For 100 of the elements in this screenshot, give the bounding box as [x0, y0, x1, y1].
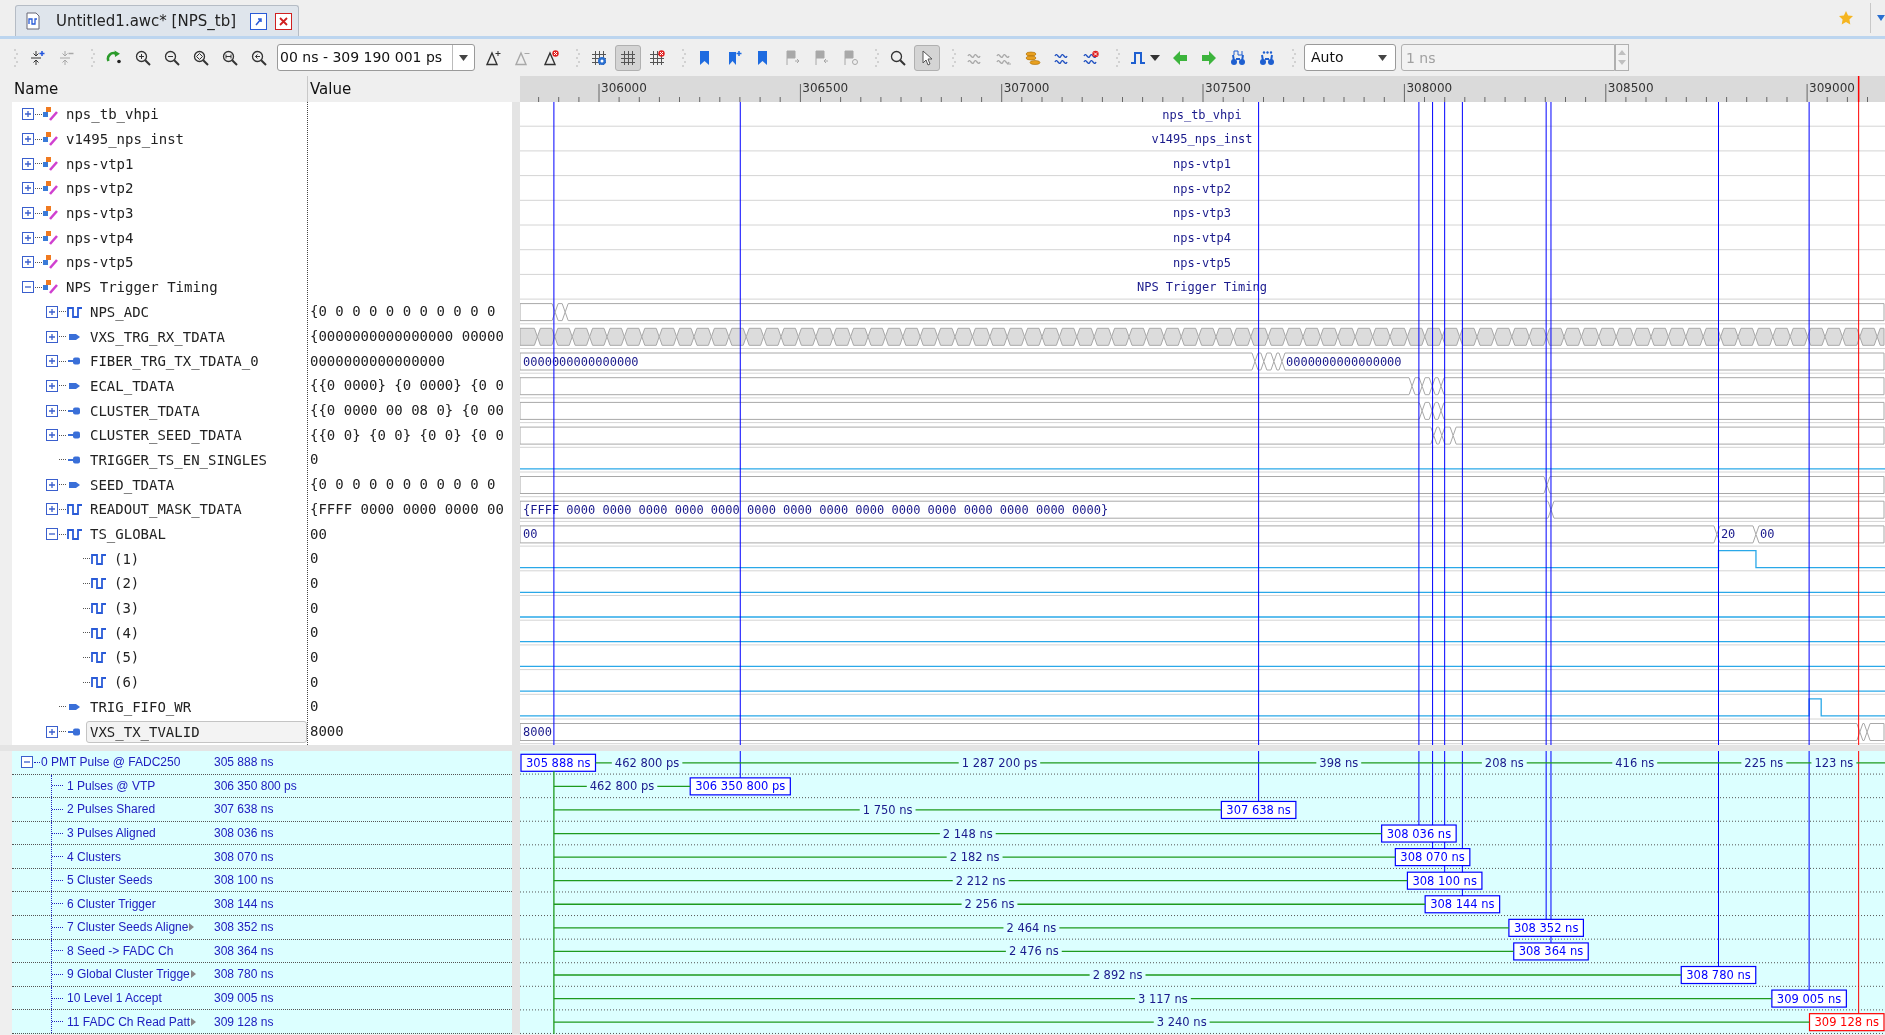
expand-icon[interactable] [46, 404, 58, 417]
zoom-mode-dropdown[interactable]: Auto [1304, 44, 1396, 71]
cursor-line[interactable] [1258, 751, 1260, 802]
time-marker[interactable]: 308 036 ns [1381, 824, 1457, 843]
signal-value: 0 [309, 450, 319, 470]
signal-name[interactable]: FIBER_TRG_TX_TDATA_0 [86, 350, 263, 373]
cursor-line[interactable] [1444, 102, 1446, 745]
close-button[interactable] [275, 12, 292, 30]
collapse-icon[interactable] [46, 528, 58, 541]
cursor-name[interactable]: 7 Cluster Seeds Aligne [67, 918, 189, 937]
expand-icon[interactable] [22, 256, 34, 269]
time-marker[interactable]: 308 364 ns [1513, 942, 1589, 961]
cursor-line[interactable] [1258, 102, 1260, 745]
cursor-name[interactable]: 0 PMT Pulse @ FADC250 [41, 753, 181, 772]
column-header[interactable]: Value [308, 77, 352, 101]
cursor-name[interactable]: 8 Seed -> FADC Ch [67, 941, 174, 960]
expand-icon[interactable] [46, 355, 58, 368]
expand-icon[interactable] [22, 157, 34, 170]
cursor-name[interactable]: 2 Pulses Shared [67, 800, 156, 819]
time-marker[interactable]: 308 352 ns [1508, 918, 1584, 937]
signal-name[interactable]: (4) [110, 621, 144, 644]
cursor-name[interactable]: 9 Global Cluster Trigge [67, 965, 190, 984]
expand-icon[interactable] [46, 305, 58, 318]
time-marker[interactable]: 308 100 ns [1406, 871, 1483, 890]
cursor-line[interactable] [739, 102, 741, 745]
delta-label: 2 148 ns [942, 826, 993, 841]
signal-name[interactable]: TRIGGER_TS_EN_SINGLES [86, 448, 271, 471]
signal-name[interactable]: VXS_TRG_RX_TDATA [86, 325, 229, 348]
expand-icon[interactable] [22, 207, 34, 220]
signal-value: {FFFF 0000 0000 0000 00 [309, 499, 504, 519]
signal-name[interactable]: nps_tb_vhpi [62, 103, 163, 126]
signal-name[interactable]: TRIG_FIFO_WR [86, 695, 196, 718]
expand-icon[interactable] [22, 108, 34, 121]
time-marker[interactable]: 307 638 ns [1220, 800, 1297, 820]
collapse-icon[interactable] [21, 756, 33, 769]
expand-icon[interactable] [22, 182, 34, 195]
tab-title: Untitled1.awc* [NPS_tb] [56, 10, 236, 32]
signal-name[interactable]: (3) [110, 597, 144, 620]
expand-icon[interactable] [46, 330, 58, 343]
time-marker[interactable]: 309 128 ns [1808, 1013, 1885, 1032]
expand-icon[interactable] [46, 429, 58, 442]
signal-name[interactable]: v1495_nps_inst [62, 128, 188, 151]
signal-name[interactable]: VXS_TX_TVALID [86, 720, 307, 743]
delta-label: 2 476 ns [1008, 944, 1059, 959]
signal-name[interactable]: CLUSTER_SEED_TDATA [86, 424, 246, 447]
cursor-line[interactable] [1550, 751, 1552, 944]
restore-button[interactable] [250, 12, 267, 30]
signal-name[interactable]: NPS Trigger Timing [62, 276, 222, 299]
signal-name[interactable]: (5) [110, 646, 144, 669]
time-marker[interactable]: 308 780 ns [1680, 965, 1757, 985]
time-ruler[interactable] [520, 76, 1885, 102]
signal-name[interactable]: READOUT_MASK_TDATA [86, 498, 246, 521]
signal-name[interactable]: nps-vtp5 [62, 251, 138, 274]
cursor-name[interactable]: 11 FADC Ch Read Patt [67, 1012, 191, 1031]
toolbar-button[interactable] [615, 44, 641, 71]
time-marker[interactable]: 308 070 ns [1394, 848, 1471, 867]
signal-name[interactable]: nps-vtp2 [62, 177, 138, 200]
document-tab[interactable]: Untitled1.awc* [NPS_tb] [15, 5, 299, 36]
cursor-name[interactable]: 1 Pulses @ VTP [67, 776, 156, 795]
expand-icon[interactable] [46, 725, 58, 738]
time-marker[interactable]: 306 350 800 ps [689, 777, 791, 796]
expand-icon[interactable] [46, 503, 58, 516]
collapse-icon[interactable] [22, 281, 34, 294]
signal-name[interactable]: NPS_ADC [86, 300, 153, 323]
time-marker[interactable]: 309 005 ns [1771, 989, 1847, 1008]
cursor-name[interactable]: 6 Cluster Trigger [67, 894, 156, 913]
expand-icon[interactable] [46, 478, 58, 491]
signal-value: 0000000000000000 [309, 351, 445, 371]
time-marker[interactable]: 308 144 ns [1424, 895, 1501, 914]
signal-name[interactable]: (1) [110, 547, 144, 570]
signal-name[interactable]: SEED_TDATA [86, 473, 179, 496]
pulse-icon [67, 501, 83, 518]
cursor-name[interactable]: 5 Cluster Seeds [67, 871, 153, 890]
delta-label: 2 256 ns [964, 897, 1015, 912]
cursor-line[interactable] [1432, 102, 1434, 745]
ruler-label: 306000 [601, 81, 647, 95]
expand-icon[interactable] [22, 133, 34, 146]
cursor-line[interactable] [739, 751, 741, 779]
signal-name[interactable]: nps-vtp3 [62, 202, 138, 225]
time-range-dropdown[interactable]: 00 ns - 309 190 001 ps [277, 44, 475, 71]
signal-name[interactable]: (2) [110, 572, 144, 595]
cursor-name[interactable]: 10 Level 1 Accept [67, 989, 162, 1008]
delta-plus-icon [485, 49, 501, 66]
signal-value: 8000 [309, 722, 344, 742]
signal-name[interactable]: nps-vtp4 [62, 226, 138, 249]
column-header[interactable]: Name [12, 77, 59, 101]
signal-name[interactable]: ECAL_TDATA [86, 374, 179, 397]
signal-value: 0 [309, 549, 319, 569]
cursor-line[interactable] [1461, 102, 1463, 745]
expand-icon[interactable] [46, 379, 58, 392]
cursor-name[interactable]: 3 Pulses Aligned [67, 824, 156, 842]
signal-name[interactable]: nps-vtp1 [62, 152, 138, 175]
signal-name[interactable]: CLUSTER_TDATA [86, 399, 204, 422]
hierarchy-icon [43, 131, 59, 148]
signal-name[interactable]: TS_GLOBAL [86, 523, 170, 546]
hierarchy-icon [43, 205, 59, 222]
time-marker[interactable]: 305 888 ns [520, 753, 597, 772]
cursor-name[interactable]: 4 Clusters [67, 847, 122, 866]
expand-icon[interactable] [22, 231, 34, 244]
signal-name[interactable]: (6) [110, 671, 144, 694]
